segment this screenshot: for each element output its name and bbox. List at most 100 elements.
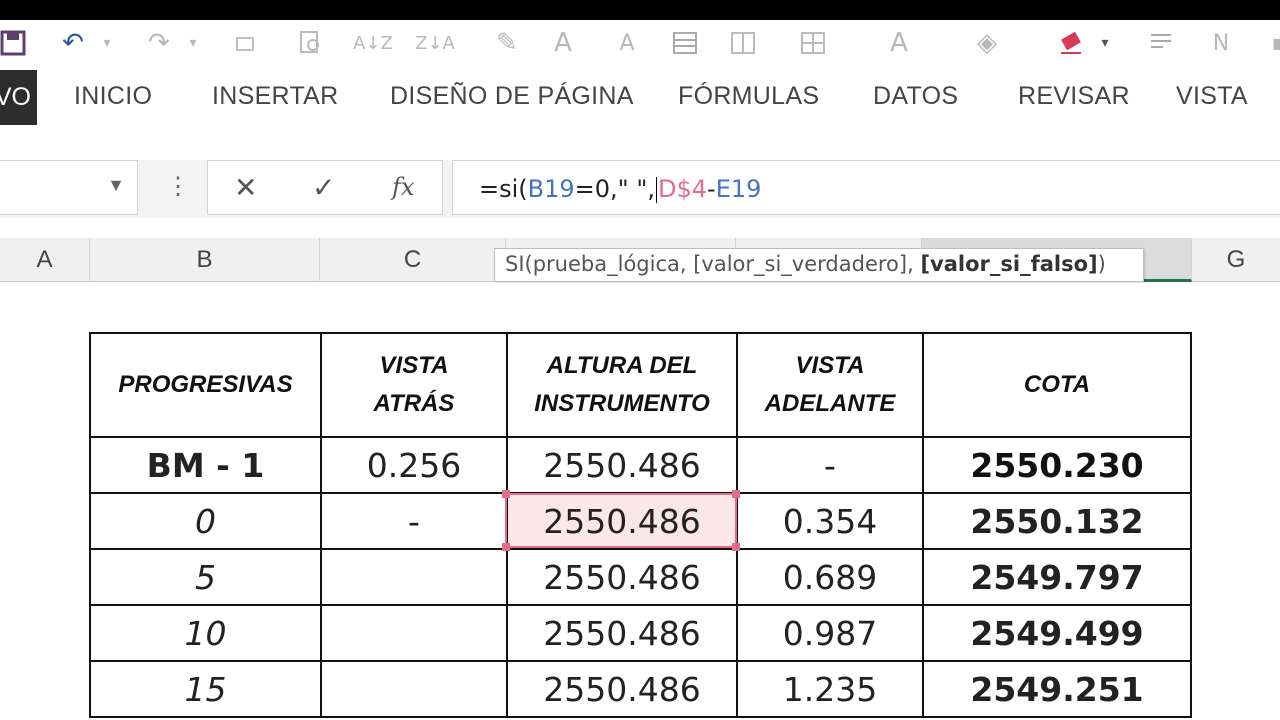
ribbon-tabs: VO INICIO INSERTAR DISEÑO DE PÁGINA FÓRM…	[0, 66, 1280, 128]
cell-vista-adelante[interactable]: -	[736, 436, 924, 494]
insert-function-icon[interactable]: fx	[392, 173, 414, 201]
cell-vista-adelante[interactable]: 0.354	[736, 492, 924, 550]
redo-icon[interactable]: ↷	[142, 26, 176, 60]
cell-progresiva[interactable]: 5	[89, 548, 322, 606]
cell-cota[interactable]: 2549.797	[922, 548, 1192, 606]
header-vista-adelante[interactable]: VISTA ADELANTE	[736, 332, 924, 438]
tab-diseno-de-pagina[interactable]: DISEÑO DE PÁGINA	[390, 82, 634, 111]
cell-altura-instrumento[interactable]: 2550.486	[506, 548, 738, 606]
cell-progresiva[interactable]: 10	[89, 604, 322, 662]
worksheet-grid[interactable]: PROGRESIVAS VISTA ATRÁS ALTURA DEL INSTRUM…	[0, 283, 1280, 720]
formula-input[interactable]: =si(B19=0," ", D$4-E19	[452, 160, 1280, 215]
wrap-text-icon[interactable]	[1144, 26, 1178, 60]
cell-cota[interactable]: 2550.230	[922, 436, 1192, 494]
function-tooltip[interactable]: SI(prueba_lógica, [valor_si_verdadero], …	[494, 248, 1144, 282]
header-cota-text: COTA	[1023, 371, 1091, 398]
window-top-bar	[0, 0, 1280, 20]
header-altura-instrumento[interactable]: ALTURA DEL INSTRUMENTO	[506, 332, 738, 438]
text-caret	[656, 177, 658, 203]
header-cota[interactable]: COTA	[922, 332, 1192, 438]
column-header-a[interactable]: A	[0, 238, 90, 282]
cell-altura-instrumento[interactable]: 2550.486	[506, 660, 738, 718]
table-row: 0 - 2550.486 0.354 2550.132	[89, 492, 1192, 550]
tab-inicio[interactable]: INICIO	[74, 82, 152, 111]
formula-operator: -	[707, 175, 716, 203]
font-color-icon[interactable]: A	[882, 26, 916, 60]
cell-vista-atras[interactable]: -	[320, 492, 508, 550]
font-shrink-icon[interactable]: A	[610, 26, 644, 60]
cell-altura-instrumento[interactable]: 2550.486	[506, 604, 738, 662]
cell-cota[interactable]: 2550.132	[922, 492, 1192, 550]
tab-formulas[interactable]: FÓRMULAS	[678, 82, 819, 111]
redo-dropdown-icon[interactable]: ▾	[176, 26, 210, 60]
cell-progresiva[interactable]: 0	[89, 492, 322, 550]
cell-vista-atras[interactable]	[320, 604, 508, 662]
cell-vista-atras[interactable]	[320, 660, 508, 718]
sort-desc-icon[interactable]: Z↓A	[415, 26, 455, 60]
font-grow-icon[interactable]: A	[546, 26, 580, 60]
ribbon-collapsed-area	[0, 128, 1280, 162]
redo-glyph: ↷	[148, 28, 170, 58]
borders-icon[interactable]	[668, 26, 702, 60]
cell-altura-instrumento[interactable]: 2550.486	[506, 436, 738, 494]
cell-cota[interactable]: 2549.251	[922, 660, 1192, 718]
eraser-icon[interactable]	[1054, 26, 1088, 60]
format-painter-icon[interactable]: ✎	[490, 26, 524, 60]
table-row: 15 2550.486 1.235 2549.251	[89, 660, 1192, 718]
save-icon[interactable]	[0, 26, 30, 60]
cell-cota[interactable]: 2549.499	[922, 604, 1192, 662]
undo-icon[interactable]: ↶	[56, 26, 90, 60]
formula-ref-b19: B19	[527, 175, 575, 203]
cell-vista-adelante[interactable]: 0.987	[736, 604, 924, 662]
tab-revisar[interactable]: REVISAR	[1018, 82, 1130, 111]
header-vista-atras-line1: VISTA	[379, 352, 449, 379]
formula-ref-d4: D$4	[658, 175, 708, 203]
formula-buttons: ✕ ✓ fx	[207, 160, 443, 215]
cell-vista-atras[interactable]	[320, 548, 508, 606]
header-progresivas[interactable]: PROGRESIVAS	[89, 332, 322, 438]
bold-icon[interactable]: N	[1204, 26, 1238, 60]
tab-insertar[interactable]: INSERTAR	[212, 82, 339, 111]
tab-datos[interactable]: DATOS	[873, 82, 958, 111]
column-header-b[interactable]: B	[90, 238, 320, 282]
cell-altura-instrumento-selected[interactable]: 2550.486	[506, 492, 738, 550]
quick-access-toolbar: ↶ ▾ ↷ ▾ A↓Z Z↓A ✎ A A A ◈ ▾ N ▪	[0, 20, 1280, 66]
table-header-row: PROGRESIVAS VISTA ATRÁS ALTURA DEL INSTRUM…	[89, 332, 1192, 438]
sort-asc-icon[interactable]: A↓Z	[353, 26, 393, 60]
formula-ref-e19: E19	[715, 175, 762, 203]
enter-icon[interactable]: ✓	[312, 171, 335, 204]
cell-progresiva[interactable]: 15	[89, 660, 322, 718]
fill-color-icon[interactable]: ◈	[970, 26, 1004, 60]
cell-styles-icon[interactable]	[796, 26, 830, 60]
header-altura-line2: INSTRUMENTO	[534, 390, 710, 417]
tab-file[interactable]: VO	[0, 70, 37, 125]
tooltip-signature: SI(prueba_lógica, [valor_si_verdadero],	[505, 252, 921, 276]
formula-prefix: =si(	[479, 175, 528, 203]
undo-dropdown-icon[interactable]: ▾	[90, 26, 124, 60]
header-vista-atras-line2: ATRÁS	[373, 390, 455, 417]
quick-print-icon[interactable]	[228, 26, 262, 60]
leveling-table: PROGRESIVAS VISTA ATRÁS ALTURA DEL INSTRUM…	[89, 332, 1192, 718]
cancel-icon[interactable]: ✕	[234, 171, 257, 204]
header-vista-adelante-line1: VISTA	[795, 352, 865, 379]
header-vista-adelante-line2: ADELANTE	[764, 390, 896, 417]
cell-vista-adelante[interactable]: 1.235	[736, 660, 924, 718]
table-row: 5 2550.486 0.689 2549.797	[89, 548, 1192, 606]
column-header-g[interactable]: G	[1192, 238, 1280, 282]
cell-progresiva[interactable]: BM - 1	[89, 436, 322, 494]
print-preview-icon[interactable]	[294, 26, 328, 60]
table-row: BM - 1 0.256 2550.486 - 2550.230	[89, 436, 1192, 494]
cell-vista-adelante[interactable]: 0.689	[736, 548, 924, 606]
name-box[interactable]: ▼	[0, 160, 138, 215]
eraser-dropdown-icon[interactable]: ▾	[1088, 26, 1122, 60]
column-header-c[interactable]: C	[320, 238, 506, 282]
header-vista-atras[interactable]: VISTA ATRÁS	[320, 332, 508, 438]
cell-vista-atras[interactable]: 0.256	[320, 436, 508, 494]
more-commands-icon[interactable]: ▪	[1262, 26, 1280, 60]
name-box-dropdown-icon[interactable]: ▼	[107, 175, 125, 196]
formula-bar-grip-icon[interactable]: ⋮	[166, 172, 190, 201]
tab-vista[interactable]: VISTA	[1176, 82, 1248, 111]
tooltip-active-arg[interactable]: [valor_si_falso]	[920, 252, 1097, 276]
merge-icon[interactable]	[726, 26, 760, 60]
header-altura-line1: ALTURA DEL	[546, 352, 698, 379]
